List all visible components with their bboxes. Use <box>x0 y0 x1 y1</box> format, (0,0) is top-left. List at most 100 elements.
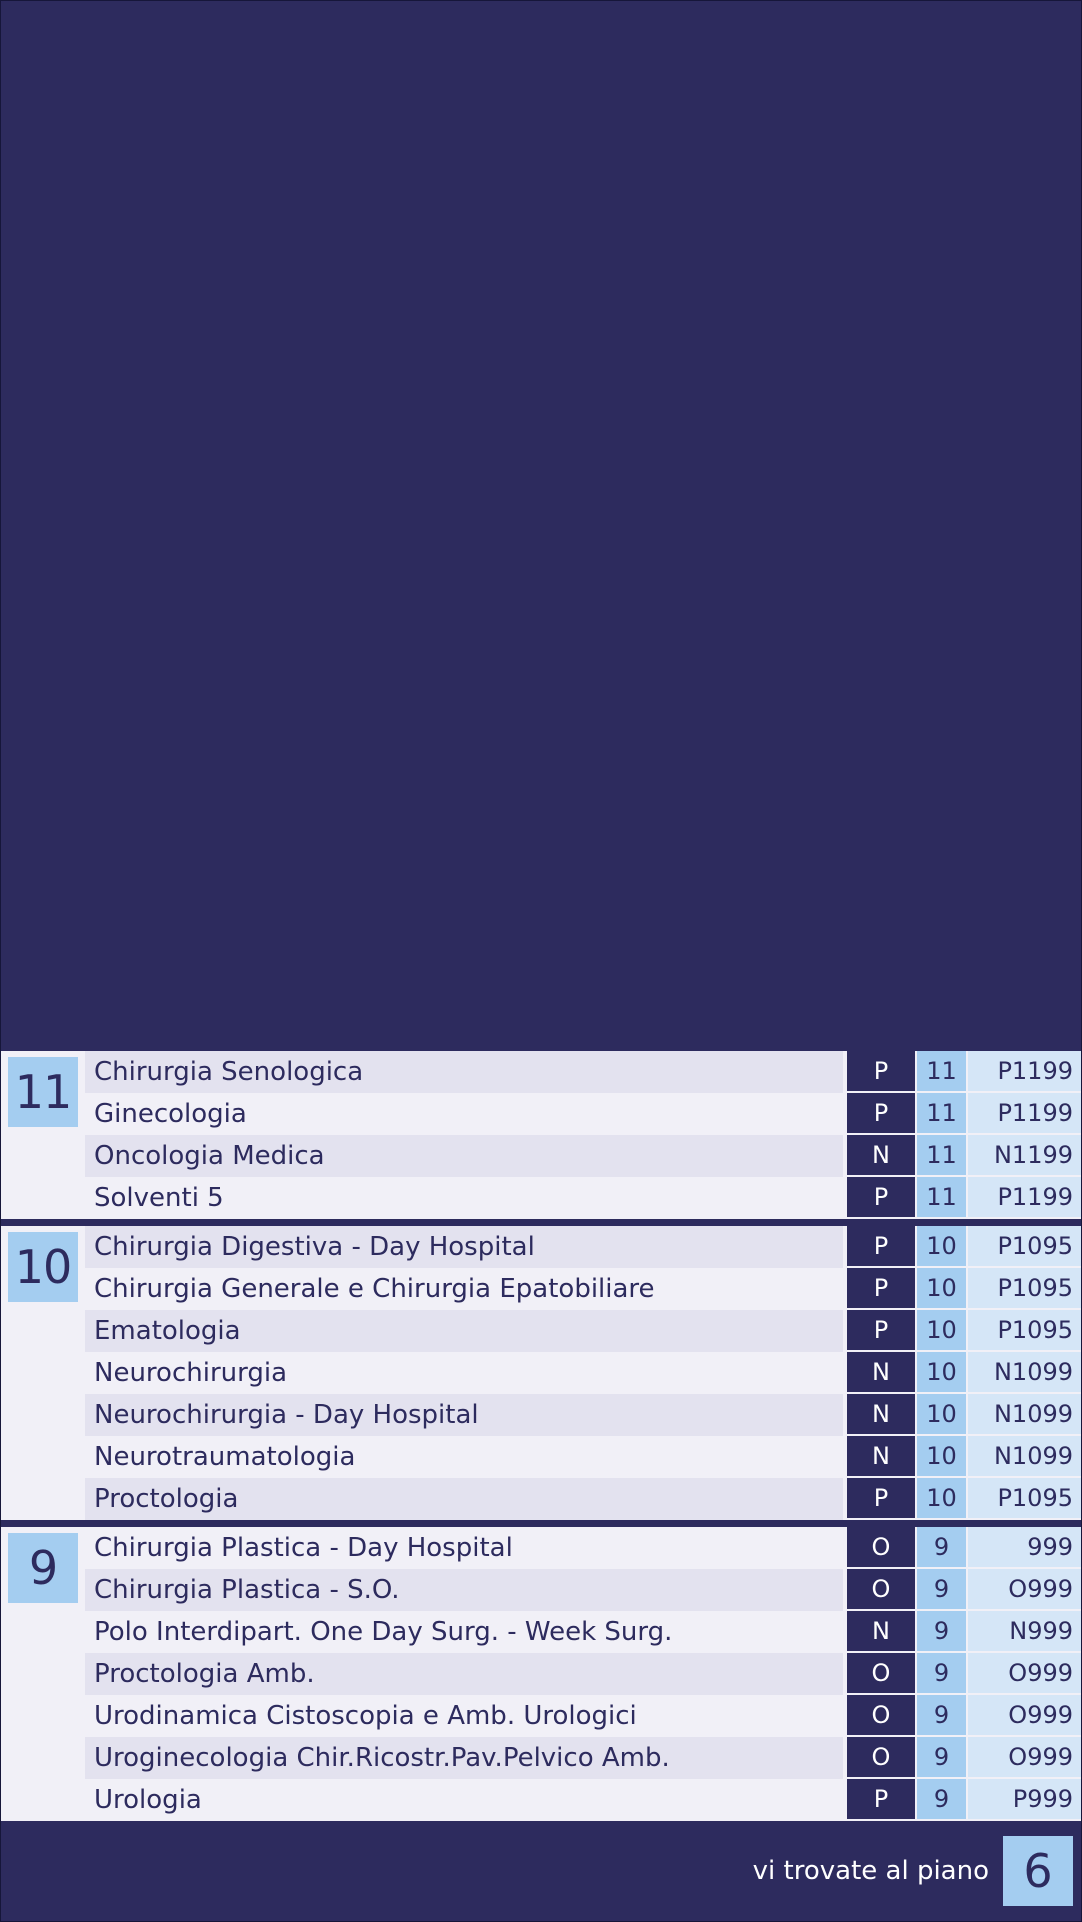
department-row: Uroginecologia Chir.Ricostr.Pav.Pelvico … <box>85 1737 1081 1779</box>
blank-display-area <box>1 1 1081 1051</box>
floor-cell: 9 <box>917 1653 966 1695</box>
department-name: Chirurgia Generale e Chirurgia Epatobili… <box>85 1268 843 1310</box>
department-name: Chirurgia Senologica <box>85 1051 843 1093</box>
department-name: Chirurgia Plastica - Day Hospital <box>85 1527 843 1569</box>
department-name: Polo Interdipart. One Day Surg. - Week S… <box>85 1611 843 1653</box>
department-row: Solventi 5 P 11 P1199 <box>85 1177 1081 1219</box>
floor-cell: 9 <box>917 1611 966 1653</box>
tower-letter: O <box>847 1653 915 1695</box>
location-code: P1199 <box>968 1177 1081 1219</box>
tower-letter: P <box>847 1051 915 1093</box>
tower-letter: N <box>847 1611 915 1653</box>
tower-letter: O <box>847 1527 915 1569</box>
floor-section-11: 11 Chirurgia Senologica P 11 P1199 Ginec… <box>1 1051 1081 1226</box>
tower-letter: N <box>847 1135 915 1177</box>
department-row: Chirurgia Plastica - S.O. O 9 O999 <box>85 1569 1081 1611</box>
location-code: N1099 <box>968 1436 1081 1478</box>
department-name: Uroginecologia Chir.Ricostr.Pav.Pelvico … <box>85 1737 843 1779</box>
department-row: Neurotraumatologia N 10 N1099 <box>85 1436 1081 1478</box>
floor-number-badge: 9 <box>8 1533 78 1603</box>
current-floor-badge: 6 <box>1003 1836 1073 1906</box>
department-row: Chirurgia Digestiva - Day Hospital P 10 … <box>85 1226 1081 1268</box>
tower-letter: O <box>847 1695 915 1737</box>
floor-cell: 11 <box>917 1135 966 1177</box>
floor-cell: 9 <box>917 1779 966 1821</box>
floor-cell: 10 <box>917 1352 966 1394</box>
department-row: Polo Interdipart. One Day Surg. - Week S… <box>85 1611 1081 1653</box>
directory-screen: 11 Chirurgia Senologica P 11 P1199 Ginec… <box>0 0 1082 1922</box>
department-row: Chirurgia Senologica P 11 P1199 <box>85 1051 1081 1093</box>
location-code: P1095 <box>968 1478 1081 1520</box>
department-row: Urologia P 9 P999 <box>85 1779 1081 1821</box>
department-list: Chirurgia Plastica - Day Hospital O 9 99… <box>85 1527 1081 1821</box>
tower-letter: P <box>847 1779 915 1821</box>
location-code: O999 <box>968 1569 1081 1611</box>
department-name: Solventi 5 <box>85 1177 843 1219</box>
department-name: Ginecologia <box>85 1093 843 1135</box>
location-code: N999 <box>968 1611 1081 1653</box>
floor-cell: 10 <box>917 1310 966 1352</box>
location-code: P1199 <box>968 1051 1081 1093</box>
floor-cell: 9 <box>917 1569 966 1611</box>
department-name: Urologia <box>85 1779 843 1821</box>
department-name: Ematologia <box>85 1310 843 1352</box>
tower-letter: P <box>847 1310 915 1352</box>
tower-letter: N <box>847 1436 915 1478</box>
location-code: P1095 <box>968 1310 1081 1352</box>
tower-letter: O <box>847 1737 915 1779</box>
floor-cell: 10 <box>917 1394 966 1436</box>
department-name: Neurochirurgia <box>85 1352 843 1394</box>
department-name: Chirurgia Digestiva - Day Hospital <box>85 1226 843 1268</box>
tower-letter: O <box>847 1569 915 1611</box>
department-row: Ematologia P 10 P1095 <box>85 1310 1081 1352</box>
floor-cell: 9 <box>917 1527 966 1569</box>
tower-letter: P <box>847 1093 915 1135</box>
location-code: P1095 <box>968 1268 1081 1310</box>
floor-number-badge: 10 <box>8 1232 78 1302</box>
department-name: Proctologia <box>85 1478 843 1520</box>
location-code: 999 <box>968 1527 1081 1569</box>
department-row: Urodinamica Cistoscopia e Amb. Urologici… <box>85 1695 1081 1737</box>
department-row: Proctologia P 10 P1095 <box>85 1478 1081 1520</box>
tower-letter: P <box>847 1226 915 1268</box>
tower-letter: P <box>847 1268 915 1310</box>
department-row: Chirurgia Generale e Chirurgia Epatobili… <box>85 1268 1081 1310</box>
department-name: Urodinamica Cistoscopia e Amb. Urologici <box>85 1695 843 1737</box>
department-name: Chirurgia Plastica - S.O. <box>85 1569 843 1611</box>
floor-directory: 11 Chirurgia Senologica P 11 P1199 Ginec… <box>1 1051 1081 1821</box>
department-row: Neurochirurgia N 10 N1099 <box>85 1352 1081 1394</box>
floor-cell: 11 <box>917 1177 966 1219</box>
floor-number-badge: 11 <box>8 1057 78 1127</box>
tower-letter: N <box>847 1394 915 1436</box>
floor-cell: 11 <box>917 1093 966 1135</box>
location-code: O999 <box>968 1695 1081 1737</box>
current-location-footer: vi trovate al piano 6 <box>1 1821 1081 1921</box>
department-name: Proctologia Amb. <box>85 1653 843 1695</box>
location-code: N1099 <box>968 1394 1081 1436</box>
department-row: Proctologia Amb. O 9 O999 <box>85 1653 1081 1695</box>
department-row: Oncologia Medica N 11 N1199 <box>85 1135 1081 1177</box>
tower-letter: P <box>847 1177 915 1219</box>
department-row: Neurochirurgia - Day Hospital N 10 N1099 <box>85 1394 1081 1436</box>
floor-section-9: 9 Chirurgia Plastica - Day Hospital O 9 … <box>1 1527 1081 1821</box>
location-code: P999 <box>968 1779 1081 1821</box>
location-code: O999 <box>968 1653 1081 1695</box>
department-row: Ginecologia P 11 P1199 <box>85 1093 1081 1135</box>
department-list: Chirurgia Digestiva - Day Hospital P 10 … <box>85 1226 1081 1520</box>
you-are-here-label: vi trovate al piano <box>752 1856 989 1886</box>
department-name: Neurotraumatologia <box>85 1436 843 1478</box>
location-code: N1099 <box>968 1352 1081 1394</box>
department-name: Neurochirurgia - Day Hospital <box>85 1394 843 1436</box>
location-code: P1199 <box>968 1093 1081 1135</box>
floor-section-10: 10 Chirurgia Digestiva - Day Hospital P … <box>1 1226 1081 1527</box>
floor-cell: 10 <box>917 1478 966 1520</box>
floor-cell: 11 <box>917 1051 966 1093</box>
floor-cell: 9 <box>917 1695 966 1737</box>
department-name: Oncologia Medica <box>85 1135 843 1177</box>
department-list: Chirurgia Senologica P 11 P1199 Ginecolo… <box>85 1051 1081 1219</box>
floor-cell: 10 <box>917 1226 966 1268</box>
tower-letter: P <box>847 1478 915 1520</box>
location-code: P1095 <box>968 1226 1081 1268</box>
floor-cell: 10 <box>917 1436 966 1478</box>
location-code: O999 <box>968 1737 1081 1779</box>
